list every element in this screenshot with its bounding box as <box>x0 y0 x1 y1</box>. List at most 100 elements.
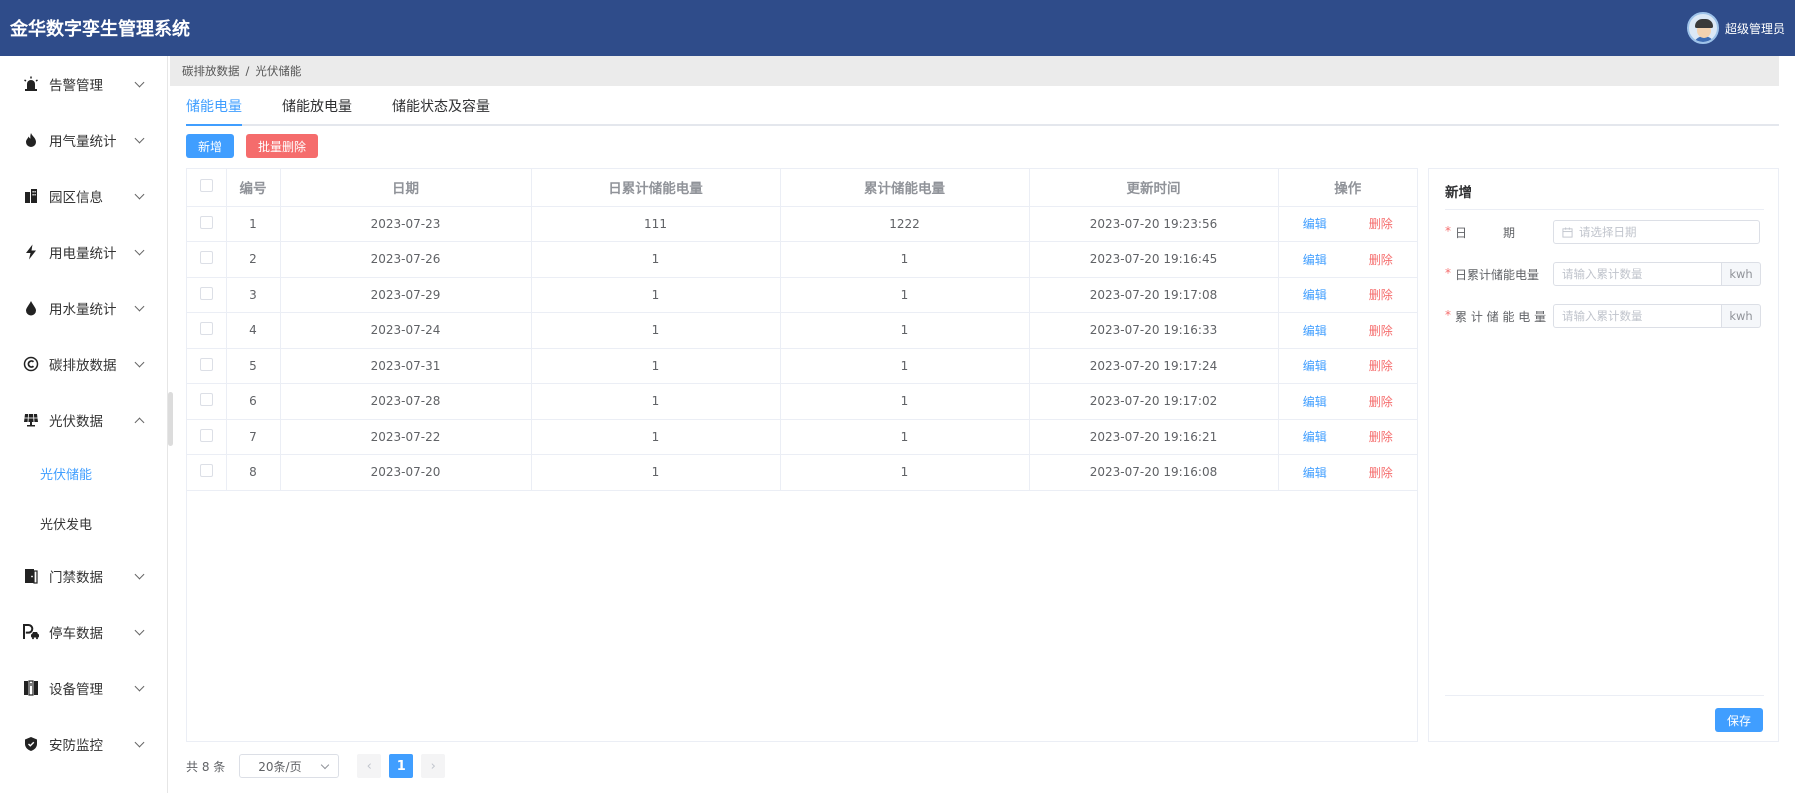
column-header-daily-storage: 日累计储能电量 <box>531 169 781 207</box>
delete-link[interactable]: 删除 <box>1369 466 1393 480</box>
avatar[interactable] <box>1686 12 1719 44</box>
prev-page-button[interactable]: ‹ <box>357 754 382 778</box>
sidebar: 告警管理 用气量统计 园区信息 用电量统计 用水量统计 碳排放数据 光伏数据 光… <box>0 56 168 793</box>
form-row-daily: * 日累计储能电量 请输入累计数量 kwh <box>1445 262 1761 286</box>
edit-link[interactable]: 编辑 <box>1303 395 1327 409</box>
sidebar-item-park-info[interactable]: 园区信息 <box>0 168 167 224</box>
date-picker[interactable]: 请选择日期 <box>1553 220 1760 244</box>
cell-actions: 编辑 删除 <box>1278 383 1417 420</box>
cell-date: 2023-07-29 <box>280 277 532 313</box>
sidebar-item-device[interactable]: 设备管理 <box>0 660 167 716</box>
edit-link[interactable]: 编辑 <box>1303 288 1327 302</box>
add-button[interactable]: 新增 <box>186 134 234 158</box>
unit-suffix: kwh <box>1722 262 1761 286</box>
column-header-actions: 操作 <box>1278 169 1417 207</box>
breadcrumb-separator: / <box>245 64 250 78</box>
sidebar-subitem-solar-storage[interactable]: 光伏储能 <box>0 448 167 498</box>
row-checkbox[interactable] <box>187 206 227 242</box>
cell-id: 5 <box>226 348 281 384</box>
parking-icon <box>22 623 40 641</box>
cell-daily-storage: 1 <box>531 241 781 278</box>
divider <box>1445 209 1764 210</box>
page-number[interactable]: 1 <box>389 754 414 778</box>
cell-id: 6 <box>226 383 281 420</box>
sidebar-scrollbar[interactable] <box>168 392 173 446</box>
cell-updated-time: 2023-07-20 19:16:33 <box>1029 312 1279 349</box>
date-placeholder: 请选择日期 <box>1579 225 1637 239</box>
sidebar-item-label: 园区信息 <box>49 190 103 206</box>
cell-actions: 编辑 删除 <box>1278 348 1417 384</box>
data-table: 编号 日期 日累计储能电量 累计储能电量 更新时间 操作 1 2023-07-23… <box>186 168 1418 742</box>
sidebar-item-label: 门禁数据 <box>49 570 103 586</box>
add-form-panel: 新增 * 日 期 请选择日期 * 日累计储能电量 请输入累计数量 kwh * 累 计 … <box>1428 168 1779 742</box>
chevron-up-icon <box>134 417 145 427</box>
cell-total-storage: 1 <box>780 348 1030 384</box>
total-storage-input[interactable]: 请输入累计数量 <box>1553 304 1722 328</box>
delete-link[interactable]: 删除 <box>1369 359 1393 373</box>
cell-id: 2 <box>226 241 281 278</box>
calendar-icon <box>1562 226 1573 238</box>
delete-link[interactable]: 删除 <box>1369 217 1393 231</box>
edit-link[interactable]: 编辑 <box>1303 359 1327 373</box>
page-size-select[interactable]: 20条/页 <box>239 754 340 778</box>
sidebar-item-solar[interactable]: 光伏数据 <box>0 392 167 448</box>
tab-storage-discharge[interactable]: 储能放电量 <box>282 92 352 124</box>
user-menu[interactable]: 超级管理员 <box>1686 12 1785 44</box>
edit-link[interactable]: 编辑 <box>1303 466 1327 480</box>
cell-daily-storage: 1 <box>531 348 781 384</box>
cell-date: 2023-07-31 <box>280 348 532 384</box>
edit-link[interactable]: 编辑 <box>1303 217 1327 231</box>
row-checkbox[interactable] <box>187 312 227 349</box>
sidebar-subitem-solar-generation[interactable]: 光伏发电 <box>0 498 167 548</box>
sidebar-item-electricity[interactable]: 用电量统计 <box>0 224 167 280</box>
delete-link[interactable]: 删除 <box>1369 253 1393 267</box>
delete-link[interactable]: 删除 <box>1369 324 1393 338</box>
row-checkbox[interactable] <box>187 454 227 491</box>
delete-link[interactable]: 删除 <box>1369 395 1393 409</box>
tab-storage-status-capacity[interactable]: 储能状态及容量 <box>392 92 490 124</box>
sidebar-item-water[interactable]: 用水量统计 <box>0 280 167 336</box>
carbon-icon <box>22 355 40 373</box>
column-header-id: 编号 <box>226 169 281 207</box>
edit-link[interactable]: 编辑 <box>1303 430 1327 444</box>
edit-link[interactable]: 编辑 <box>1303 324 1327 338</box>
chevron-down-icon <box>134 245 145 255</box>
tab-storage-energy[interactable]: 储能电量 <box>186 92 242 126</box>
cell-daily-storage: 1 <box>531 383 781 420</box>
delete-link[interactable]: 删除 <box>1369 430 1393 444</box>
sidebar-item-carbon[interactable]: 碳排放数据 <box>0 336 167 392</box>
cell-actions: 编辑 删除 <box>1278 206 1417 242</box>
row-checkbox[interactable] <box>187 241 227 278</box>
save-button[interactable]: 保存 <box>1715 708 1763 732</box>
row-checkbox[interactable] <box>187 277 227 313</box>
delete-link[interactable]: 删除 <box>1369 288 1393 302</box>
sidebar-item-label: 安防监控 <box>49 738 103 754</box>
sidebar-item-label: 告警管理 <box>49 78 103 94</box>
username[interactable]: 超级管理员 <box>1725 20 1785 37</box>
daily-storage-input[interactable]: 请输入累计数量 <box>1553 262 1722 286</box>
cell-total-storage: 1 <box>780 241 1030 278</box>
cell-date: 2023-07-26 <box>280 241 532 278</box>
select-all-checkbox[interactable] <box>187 169 227 207</box>
sidebar-item-access-control[interactable]: 门禁数据 <box>0 548 167 604</box>
divider <box>1445 695 1764 696</box>
row-checkbox[interactable] <box>187 419 227 455</box>
sidebar-item-label: 设备管理 <box>49 682 103 698</box>
sidebar-item-label: 用气量统计 <box>49 134 117 150</box>
next-page-button[interactable]: › <box>421 754 446 778</box>
sidebar-item-alarm[interactable]: 告警管理 <box>0 56 167 112</box>
cell-date: 2023-07-22 <box>280 419 532 455</box>
cell-daily-storage: 1 <box>531 454 781 491</box>
row-checkbox[interactable] <box>187 383 227 420</box>
column-header-date: 日期 <box>280 169 532 207</box>
sidebar-item-label: 停车数据 <box>49 626 103 642</box>
row-checkbox[interactable] <box>187 348 227 384</box>
breadcrumb-parent[interactable]: 碳排放数据 <box>182 63 240 79</box>
sidebar-item-security[interactable]: 安防监控 <box>0 716 167 772</box>
batch-delete-button[interactable]: 批量删除 <box>246 134 318 158</box>
pagination-total: 共 8 条 <box>186 759 226 774</box>
edit-link[interactable]: 编辑 <box>1303 253 1327 267</box>
sidebar-item-gas[interactable]: 用气量统计 <box>0 112 167 168</box>
sidebar-item-parking[interactable]: 停车数据 <box>0 604 167 660</box>
pagination: 共 8 条 20条/页 ‹ 1 › <box>186 754 453 778</box>
